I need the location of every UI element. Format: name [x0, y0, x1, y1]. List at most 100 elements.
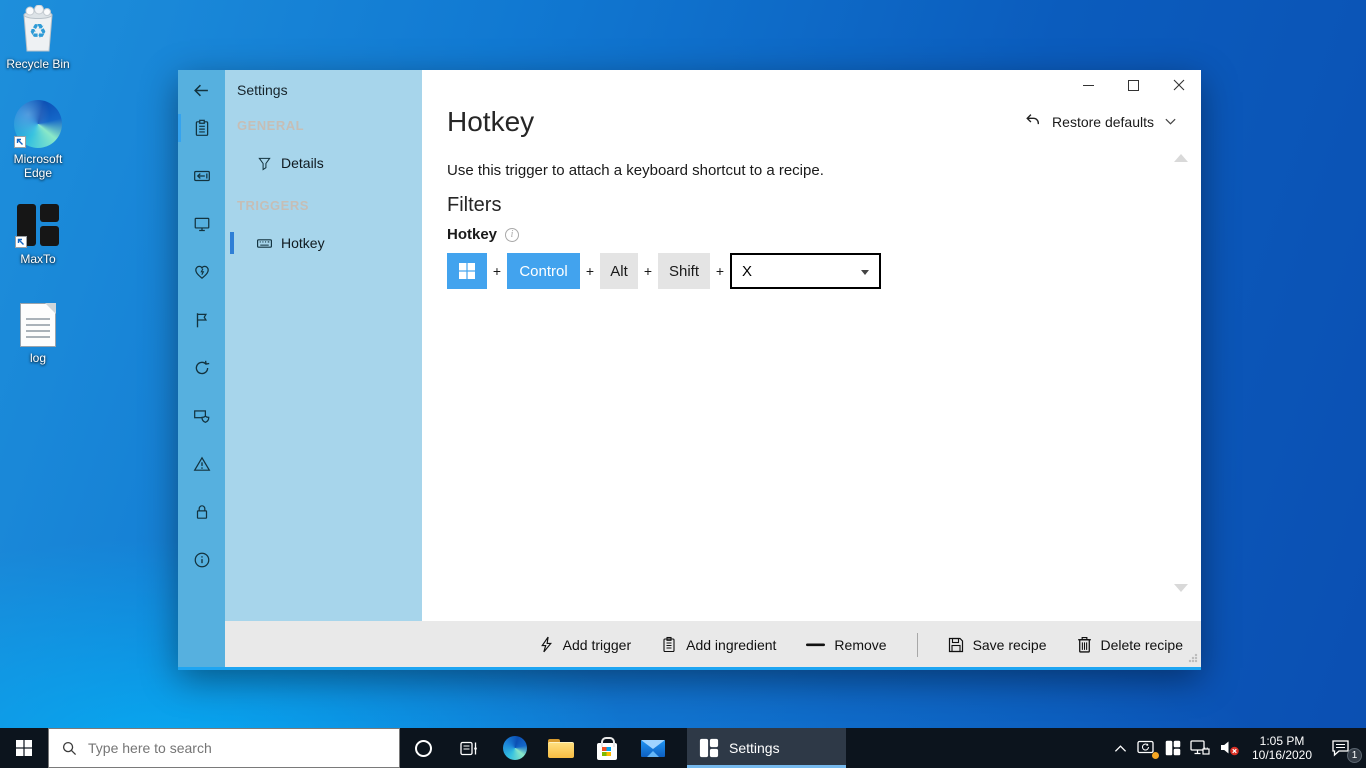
toolbar-label: Add trigger: [562, 636, 632, 653]
windows-logo-icon: [459, 263, 475, 279]
content-pane: Restore defaults Hotkey Use this trigger…: [422, 70, 1201, 621]
input-box-icon: [193, 170, 210, 182]
desktop-icon-label: MaxTo: [20, 252, 56, 266]
rail-item-license[interactable]: [178, 492, 225, 532]
plus-separator: +: [492, 263, 502, 279]
add-trigger-button[interactable]: Add trigger: [539, 636, 631, 653]
minimize-button[interactable]: [1066, 70, 1111, 100]
maxto-icon: [699, 738, 719, 758]
file-explorer-icon: [548, 738, 574, 758]
rail-item-monitors[interactable]: [178, 204, 225, 244]
page-title: Hotkey: [447, 106, 535, 137]
plus-separator: +: [715, 263, 725, 279]
rail-item-about[interactable]: [178, 540, 225, 580]
refresh-icon: [195, 360, 209, 375]
network-icon: [1190, 739, 1210, 755]
nav-item-hotkey[interactable]: Hotkey: [225, 228, 422, 258]
maxto-tray-button[interactable]: [1160, 728, 1186, 768]
edge-icon: [503, 736, 527, 760]
update-tray-button[interactable]: [1132, 728, 1160, 768]
settings-nav-panel: Settings GENERAL Details TRIGGERS Hotkey: [225, 70, 422, 621]
remove-button[interactable]: Remove: [806, 636, 887, 653]
cortana-button[interactable]: [400, 728, 446, 768]
file-explorer-button[interactable]: [538, 728, 584, 768]
clock-time: 1:05 PM: [1259, 734, 1305, 748]
monitor-icon: [194, 217, 209, 232]
filters-heading: Filters: [447, 194, 502, 216]
store-button[interactable]: [584, 728, 630, 768]
edge-taskbar-button[interactable]: [492, 728, 538, 768]
shift-modifier-button[interactable]: Shift: [658, 253, 710, 289]
nav-panel-title: Settings: [237, 82, 288, 98]
mail-button[interactable]: [630, 728, 676, 768]
resize-grip[interactable]: [1188, 653, 1198, 663]
rail-item-updates[interactable]: [178, 348, 225, 388]
windows-start-icon: [16, 740, 32, 756]
delete-recipe-button[interactable]: Delete recipe: [1077, 636, 1183, 653]
nav-item-details[interactable]: Details: [225, 148, 422, 178]
rail-item-input[interactable]: [178, 156, 225, 196]
desktop-icon-log[interactable]: log: [0, 303, 76, 365]
document-icon: [20, 303, 56, 347]
key-select[interactable]: X: [730, 253, 881, 289]
desktop-icon-microsoft-edge[interactable]: Microsoft Edge: [0, 100, 76, 180]
task-view-button[interactable]: [446, 728, 492, 768]
mail-icon: [641, 739, 665, 757]
trash-icon: [1077, 637, 1091, 653]
scroll-up-arrow[interactable]: [1174, 154, 1188, 162]
rail-item-health[interactable]: [178, 252, 225, 292]
rail-item-security[interactable]: [178, 396, 225, 436]
rail-item-warnings[interactable]: [178, 444, 225, 484]
select-caret-icon: [861, 270, 869, 275]
network-tray-button[interactable]: [1186, 728, 1214, 768]
desktop-icon-label: Recycle Bin: [6, 57, 70, 71]
desktop-wallpaper[interactable]: { "colors": { "accent_blue": "#42a3ee", …: [0, 0, 1366, 768]
active-task-label: Settings: [729, 740, 780, 756]
shortcut-arrow-icon: [15, 236, 27, 248]
hotkey-field-label: Hotkey i: [447, 226, 520, 243]
back-button[interactable]: [178, 70, 225, 110]
close-button[interactable]: [1156, 70, 1201, 100]
toolbar-label: Remove: [834, 636, 887, 653]
control-modifier-button[interactable]: Control: [507, 253, 580, 289]
funnel-icon: [255, 156, 273, 171]
save-recipe-button[interactable]: Save recipe: [948, 637, 1047, 653]
rail-item-recipes[interactable]: [178, 108, 225, 148]
recycle-bin-icon: ♻: [17, 5, 59, 53]
maximize-button[interactable]: [1111, 70, 1156, 100]
edge-icon: [14, 100, 62, 148]
maxto-tray-icon: [1165, 740, 1181, 756]
cortana-icon: [414, 739, 432, 757]
alt-modifier-button[interactable]: Alt: [600, 253, 638, 289]
scroll-down-arrow[interactable]: [1174, 584, 1188, 592]
hotkey-editor: + Control + Alt + Shift + X: [447, 253, 881, 289]
add-ingredient-button[interactable]: Add ingredient: [661, 636, 776, 653]
info-icon: [194, 552, 209, 568]
toolbar-label: Save recipe: [972, 636, 1047, 653]
desktop-icon-recycle-bin[interactable]: ♻ Recycle Bin: [0, 5, 76, 71]
volume-tray-button[interactable]: [1214, 728, 1244, 768]
volume-muted-icon: [1220, 741, 1239, 756]
maxto-icon: [15, 202, 61, 248]
hotkey-field-label-text: Hotkey: [447, 226, 498, 243]
flag-icon: [196, 313, 207, 328]
maximize-icon: [1128, 79, 1139, 91]
page-description: Use this trigger to attach a keyboard sh…: [447, 162, 824, 179]
win-modifier-button[interactable]: [447, 253, 487, 289]
window-shield-icon: [193, 410, 209, 423]
taskbar-search[interactable]: [48, 728, 400, 768]
restore-defaults-button[interactable]: Restore defaults: [1023, 112, 1177, 131]
system-tray: 1:05 PM 10/16/2020 1: [1108, 728, 1366, 768]
taskbar-clock[interactable]: 1:05 PM 10/16/2020: [1244, 734, 1320, 762]
info-icon[interactable]: i: [505, 227, 520, 242]
save-icon: [948, 637, 963, 652]
close-icon: [1173, 79, 1184, 91]
rail-item-flags[interactable]: [178, 300, 225, 340]
desktop-icon-maxto[interactable]: MaxTo: [0, 202, 76, 266]
search-input[interactable]: [88, 740, 358, 756]
start-button[interactable]: [0, 728, 48, 768]
tray-overflow-button[interactable]: [1108, 728, 1132, 768]
active-task-settings[interactable]: Settings: [687, 728, 846, 768]
window-caption-buttons: [1066, 70, 1201, 100]
action-center-button[interactable]: 1: [1320, 728, 1362, 768]
